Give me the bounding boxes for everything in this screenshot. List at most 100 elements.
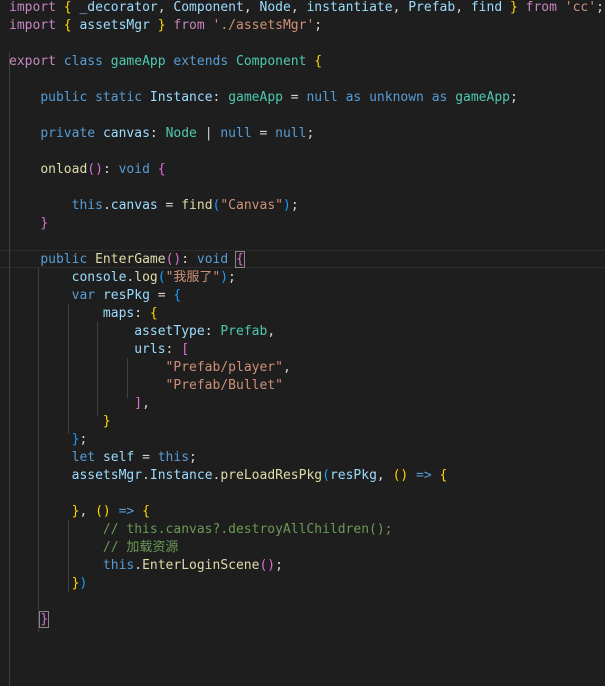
code-token: find (470, 0, 503, 15)
code-line[interactable]: } (9, 611, 50, 629)
code-token: , (267, 324, 276, 339)
code-token: extends (173, 54, 229, 69)
code-token: ; (290, 198, 299, 213)
code-token: log (134, 270, 158, 285)
code-token: = (149, 288, 174, 303)
code-line[interactable]: ], (9, 395, 150, 413)
code-token: : (212, 90, 229, 105)
code-line[interactable]: import { _decorator, Component, Node, in… (9, 0, 604, 17)
code-token: class (63, 54, 103, 69)
code-token: () (87, 162, 103, 177)
code-token: find (181, 198, 213, 213)
code-token: urls (134, 342, 166, 357)
code-token: Prefab (408, 0, 456, 15)
code-token: { (157, 162, 166, 177)
code-token: Instance (149, 468, 213, 483)
code-token: assetsMgr (79, 18, 150, 33)
code-line[interactable]: public static Instance: gameApp = null a… (9, 89, 518, 107)
code-line[interactable]: var resPkg = { (9, 287, 182, 305)
code-line[interactable]: urls: [ (9, 341, 189, 359)
code-editor[interactable]: import { _decorator, Component, Node, in… (0, 0, 605, 686)
code-token: () (95, 504, 111, 519)
code-line[interactable]: "Prefab/Bullet" (9, 377, 283, 395)
code-token: Prefab (220, 324, 268, 339)
code-token: console (71, 270, 127, 285)
code-line[interactable]: export class gameApp extends Component { (9, 53, 322, 71)
code-token: . (102, 198, 111, 213)
code-token: { (235, 251, 245, 268)
code-line[interactable]: }; (9, 431, 88, 449)
code-token: = (251, 126, 276, 141)
code-token: import (9, 18, 56, 33)
code-token: public (40, 252, 88, 267)
code-line[interactable]: } (9, 215, 48, 233)
code-token: "Canvas" (220, 198, 283, 213)
code-line[interactable]: assetType: Prefab, (9, 323, 275, 341)
code-token: , (243, 0, 260, 15)
code-line[interactable]: maps: { (9, 305, 158, 323)
code-token: Component (173, 0, 244, 15)
code-token: void (196, 252, 229, 267)
code-token: { (63, 0, 72, 15)
code-token: resPkg (329, 468, 377, 483)
code-token: from (525, 0, 557, 15)
code-line[interactable]: onload(): void { (9, 161, 166, 179)
code-token: private (40, 126, 96, 141)
code-line[interactable]: }) (9, 575, 88, 593)
code-line[interactable]: console.log("我服了"); (9, 269, 236, 287)
code-token: ; (596, 0, 604, 15)
code-token: | (196, 126, 221, 141)
code-token: Instance (149, 90, 213, 105)
code-line[interactable]: this.canvas = find("Canvas"); (9, 197, 299, 215)
code-token: ) (282, 198, 291, 213)
code-line[interactable]: } (9, 413, 111, 431)
code-token: this (102, 558, 135, 573)
code-token: [ (181, 342, 190, 357)
code-token: assetType (134, 324, 205, 339)
code-line[interactable]: }, () => { (9, 503, 150, 521)
code-token: { (142, 504, 150, 519)
code-token: // 加载资源 (102, 540, 179, 555)
code-line[interactable]: public EnterGame(): void { (9, 251, 245, 269)
code-token: // this.canvas?.destroyAllChildren(); (102, 522, 393, 537)
code-token: EnterGame (95, 252, 166, 267)
code-line[interactable]: import { assetsMgr } from './assetsMgr'; (9, 17, 322, 35)
code-line[interactable]: assetsMgr.Instance.preLoadResPkg(resPkg,… (9, 467, 448, 485)
code-token: ( (322, 468, 330, 483)
code-line[interactable]: "Prefab/player", (9, 359, 291, 377)
code-token: resPkg (102, 288, 150, 303)
code-line[interactable]: this.EnterLoginScene(); (9, 557, 283, 575)
code-line[interactable]: // 加载资源 (9, 539, 178, 557)
code-token: { (173, 288, 182, 303)
code-line[interactable]: // this.canvas?.destroyAllChildren(); (9, 521, 393, 539)
code-token: './assetsMgr' (212, 18, 315, 33)
code-token: null (220, 126, 252, 141)
code-line[interactable]: private canvas: Node | null = null; (9, 125, 314, 143)
code-line[interactable]: let self = this; (9, 449, 197, 467)
code-token: "Prefab/player" (165, 360, 283, 375)
code-token: null (275, 126, 307, 141)
code-token: static (95, 90, 143, 105)
